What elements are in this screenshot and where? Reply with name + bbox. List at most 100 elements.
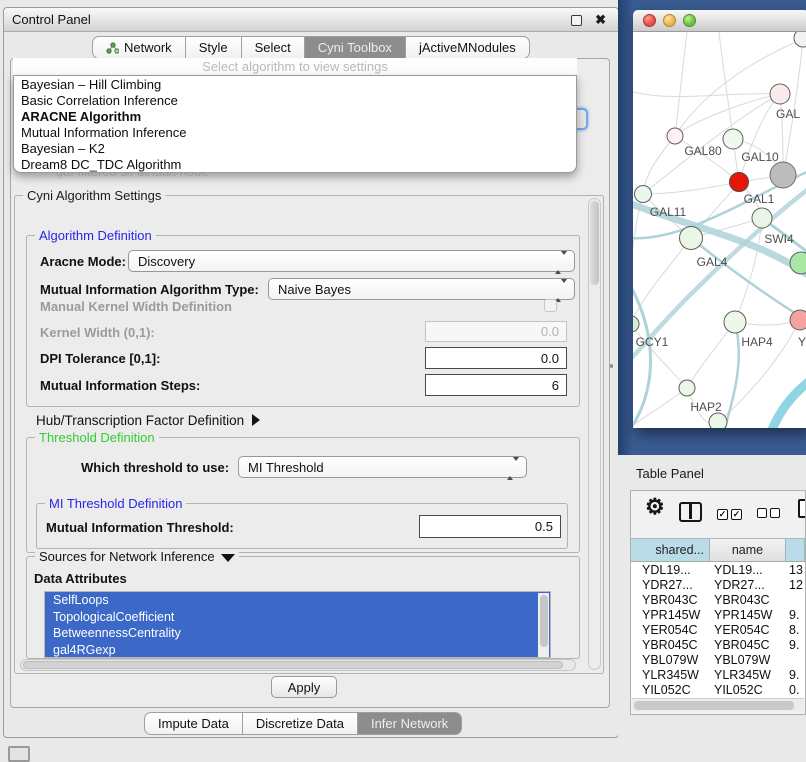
minimized-panel-icon[interactable]	[8, 746, 30, 762]
table-hscrollbar-thumb[interactable]	[634, 701, 794, 710]
tab-impute-data[interactable]: Impute Data	[144, 712, 243, 735]
table-horizontal-scrollbar[interactable]	[632, 698, 804, 711]
tab-network[interactable]: Network	[92, 36, 186, 59]
algorithm-option[interactable]: Mutual Information Inference	[14, 125, 576, 141]
network-node-salmon[interactable]	[790, 310, 806, 330]
expanded-arrow-icon	[221, 554, 235, 562]
cyni-algorithm-settings-title: Cyni Algorithm Settings	[23, 188, 165, 203]
data-attributes-list: SelfLoops TopologicalCoefficient Between…	[44, 591, 551, 658]
algorithm-option[interactable]: Bayesian – Hill Climbing	[14, 77, 576, 93]
algorithm-option[interactable]: Dream8 DC_TDC Algorithm	[14, 157, 576, 173]
tab-style-label: Style	[199, 40, 228, 55]
attribute-item-selected[interactable]: TopologicalCoefficient	[45, 609, 550, 626]
algorithm-option[interactable]: Basic Correlation Inference	[14, 93, 576, 109]
tab-style[interactable]: Style	[186, 36, 242, 59]
network-node-bottom[interactable]	[709, 413, 727, 428]
table-row[interactable]: YPR145WYPR145W9.	[631, 607, 805, 622]
tab-select[interactable]: Select	[242, 36, 305, 59]
network-node-red-selected[interactable]	[730, 173, 749, 192]
network-node-hap2[interactable]	[679, 380, 695, 396]
tab-cyni-toolbox[interactable]: Cyni Toolbox	[305, 36, 406, 59]
document-icon[interactable]	[798, 499, 806, 518]
node-label: Y	[798, 335, 806, 349]
network-node-partial[interactable]	[794, 32, 806, 47]
which-threshold-combobox[interactable]: MI Threshold	[238, 456, 527, 478]
mi-threshold-input[interactable]: 0.5	[419, 515, 561, 538]
network-window-titlebar[interactable]	[633, 10, 806, 32]
settings-vertical-scrollbar[interactable]	[588, 198, 601, 670]
panel-divider-handle[interactable]	[610, 364, 613, 368]
settings-hscrollbar-thumb[interactable]	[23, 661, 563, 669]
mi-steps-input[interactable]: 6	[425, 374, 567, 396]
network-node-pink[interactable]	[667, 128, 683, 144]
column-layout-icon[interactable]	[679, 502, 702, 522]
settings-scrollbar-thumb[interactable]	[590, 201, 599, 285]
float-window-icon[interactable]	[571, 15, 582, 26]
network-node-gal11[interactable]	[635, 186, 652, 203]
table-panel: ⚙ ✓✓ shared... name YDL19...YDL19...13 Y…	[630, 490, 806, 715]
attribute-item-selected[interactable]: BetweennessCentrality	[45, 625, 550, 642]
cyni-bottom-tabbar: Impute Data Discretize Data Infer Networ…	[144, 712, 462, 735]
table-row[interactable]: YDL19...YDL19...13	[631, 562, 805, 577]
aracne-mode-combobox[interactable]: Discovery	[128, 250, 575, 272]
control-panel-titlebar[interactable]: Control Panel ✖	[4, 8, 618, 32]
kernel-width-input[interactable]: 0.0	[425, 321, 567, 342]
network-node-gal1[interactable]	[752, 208, 772, 228]
sources-group-title[interactable]: Sources for Network Inference	[35, 549, 239, 564]
table-row[interactable]: YBR043CYBR043C	[631, 592, 805, 607]
combo-arrows-icon	[555, 283, 567, 298]
tab-jactivemnodules-label: jActiveMNodules	[419, 40, 516, 55]
table-row[interactable]: YBR045CYBR045C9.	[631, 637, 805, 652]
table-row[interactable]: YBL079WYBL079W	[631, 652, 805, 667]
node-label: GCY1	[636, 335, 669, 349]
tab-jactivemnodules[interactable]: jActiveMNodules	[406, 36, 530, 59]
close-traffic-light[interactable]	[643, 14, 656, 27]
dpi-tolerance-input[interactable]: 0.0	[425, 347, 567, 369]
attribute-item-selected[interactable]: gal4RGexp	[45, 642, 550, 659]
tab-infer-network-label: Infer Network	[371, 716, 448, 731]
table-row[interactable]: YIL052CYIL052C0.	[631, 682, 805, 697]
algorithm-option[interactable]: Bayesian – K2	[14, 141, 576, 157]
node-label: GAL10	[741, 150, 779, 164]
hub-definition-toggle[interactable]: Hub/Transcription Factor Definition	[36, 413, 260, 428]
deselect-all-columns-icon[interactable]	[757, 506, 783, 521]
table-row[interactable]: YDR27...YDR27...12	[631, 577, 805, 592]
zoom-traffic-light[interactable]	[683, 14, 696, 27]
column-header-partial[interactable]	[786, 538, 805, 562]
network-node-gal4[interactable]	[680, 227, 703, 250]
gear-icon[interactable]: ⚙	[645, 494, 665, 520]
data-attributes-label: Data Attributes	[34, 571, 127, 586]
apply-button[interactable]: Apply	[271, 676, 337, 698]
algorithm-combobox-placeholder[interactable]: Select algorithm to view settings	[13, 58, 577, 75]
mi-steps-value: 6	[552, 378, 559, 393]
network-canvas[interactable]: GAL GAL80 GAL10 GAL1 GAL11 SWI4 GAL4 GCY…	[633, 32, 806, 428]
tab-discretize-data-label: Discretize Data	[256, 716, 344, 731]
table-row[interactable]: YER054CYER054C8.	[631, 622, 805, 637]
network-node-hap4[interactable]	[724, 311, 746, 333]
algorithm-option-aracne[interactable]: ARACNE Algorithm	[14, 109, 576, 125]
mi-type-combobox[interactable]: Naive Bayes	[268, 278, 575, 300]
tab-discretize-data[interactable]: Discretize Data	[243, 712, 358, 735]
network-node-bright-green[interactable]	[790, 252, 806, 274]
minimize-traffic-light[interactable]	[663, 14, 676, 27]
aracne-mode-value: Discovery	[129, 254, 195, 269]
close-icon[interactable]: ✖	[595, 12, 606, 28]
settings-horizontal-scrollbar[interactable]	[20, 659, 576, 671]
attributes-scrollbar-thumb[interactable]	[540, 595, 548, 647]
table-row[interactable]: YLR345WYLR345W9.	[631, 667, 805, 682]
network-node-green[interactable]	[723, 129, 743, 149]
network-node-gal-partial[interactable]	[770, 84, 790, 104]
column-header-shared-name[interactable]: shared...	[631, 538, 710, 562]
select-all-columns-icon[interactable]: ✓✓	[717, 505, 745, 520]
mi-threshold-value: 0.5	[535, 519, 553, 534]
node-label: GAL11	[650, 205, 687, 219]
attributes-scrollbar[interactable]	[538, 593, 549, 657]
kernel-width-value: 0.0	[541, 324, 559, 339]
network-node-gcy1[interactable]	[633, 316, 639, 332]
attribute-item-selected[interactable]: SelfLoops	[45, 592, 550, 609]
network-node-gray[interactable]	[770, 162, 796, 188]
column-header-name[interactable]: name	[710, 538, 786, 562]
tab-infer-network[interactable]: Infer Network	[358, 712, 462, 735]
manual-kernel-checkbox[interactable]	[544, 299, 557, 312]
node-label: GAL	[776, 107, 800, 121]
